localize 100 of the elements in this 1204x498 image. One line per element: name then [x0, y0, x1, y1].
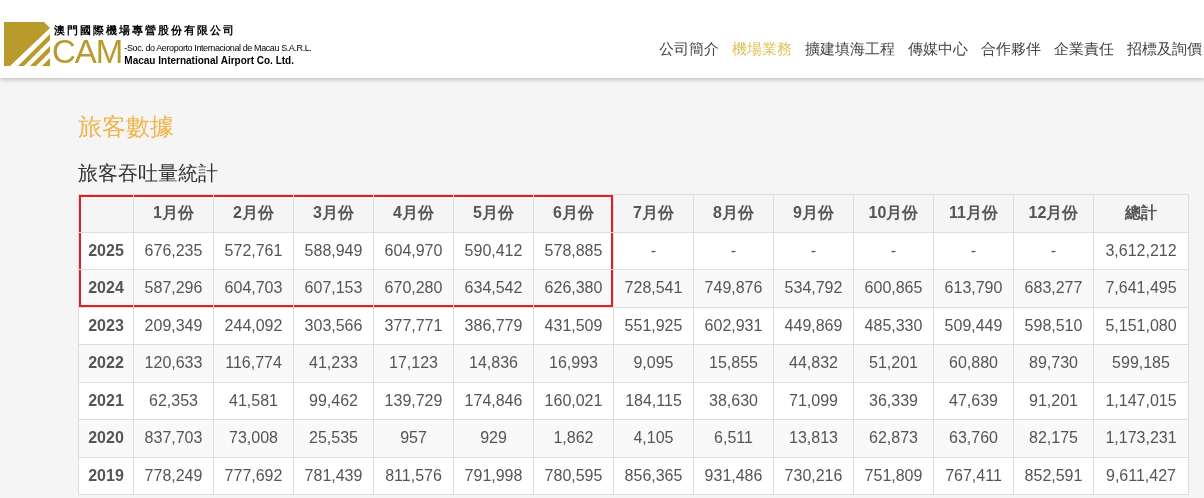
- table-cell: -: [693, 232, 774, 270]
- column-header: 11月份: [933, 194, 1014, 232]
- column-header: 6月份: [533, 194, 614, 232]
- column-header: 5月份: [453, 194, 534, 232]
- table-cell: 578,885: [533, 232, 614, 270]
- table-cell: 139,729: [373, 382, 454, 420]
- table-cell: 41,581: [213, 382, 294, 420]
- table-cell: 38,630: [693, 382, 774, 420]
- table-cell: 551,925: [613, 307, 694, 345]
- table-cell: 303,566: [293, 307, 374, 345]
- year-cell: 2022: [78, 344, 134, 382]
- table-cell: 62,353: [133, 382, 214, 420]
- table-cell: 3,612,212: [1093, 232, 1189, 270]
- table-cell: 852,591: [1013, 457, 1094, 495]
- table-cell: 837,703: [133, 419, 214, 457]
- table-cell: 5,151,080: [1093, 307, 1189, 345]
- nav-link[interactable]: 傳媒中心: [908, 38, 968, 61]
- table-cell: 25,535: [293, 419, 374, 457]
- table-cell: 856,365: [613, 457, 694, 495]
- table-cell: 9,611,427: [1093, 457, 1189, 495]
- table-cell: 534,792: [773, 269, 854, 307]
- table-cell: 116,774: [213, 344, 294, 382]
- nav-link[interactable]: 招標及詢價: [1127, 38, 1202, 61]
- table-cell: -: [773, 232, 854, 270]
- table-cell: 16,993: [533, 344, 614, 382]
- table-cell: 767,411: [933, 457, 1014, 495]
- logo-icon: [4, 20, 50, 66]
- logo-letters: CAM: [52, 37, 123, 67]
- table-cell: 1,862: [533, 419, 614, 457]
- table-cell: -: [613, 232, 694, 270]
- table-cell: 590,412: [453, 232, 534, 270]
- logo-english-name: Macau International Airport Co. Ltd.: [124, 54, 295, 67]
- table-cell: 728,541: [613, 269, 694, 307]
- table-cell: 598,510: [1013, 307, 1094, 345]
- table-cell: 670,280: [373, 269, 454, 307]
- column-header: 10月份: [853, 194, 934, 232]
- table-cell: 62,873: [853, 419, 934, 457]
- table-cell: 730,216: [773, 457, 854, 495]
- table-cell: 751,809: [853, 457, 934, 495]
- table-cell: 244,092: [213, 307, 294, 345]
- year-cell: 2025: [78, 232, 134, 270]
- year-cell: 2024: [78, 269, 134, 307]
- table-cell: 431,509: [533, 307, 614, 345]
- table-cell: 51,201: [853, 344, 934, 382]
- table-cell: 957: [373, 419, 454, 457]
- table-cell: -: [933, 232, 1014, 270]
- column-header: 1月份: [133, 194, 214, 232]
- table-cell: 683,277: [1013, 269, 1094, 307]
- table-cell: 626,380: [533, 269, 614, 307]
- table-cell: 791,998: [453, 457, 534, 495]
- column-header: 12月份: [1013, 194, 1094, 232]
- table-cell: 749,876: [693, 269, 774, 307]
- column-header: 2月份: [213, 194, 294, 232]
- table-cell: 572,761: [213, 232, 294, 270]
- table-cell: 600,865: [853, 269, 934, 307]
- year-cell: 2023: [78, 307, 134, 345]
- table-cell: 613,790: [933, 269, 1014, 307]
- table-cell: 17,123: [373, 344, 454, 382]
- table-cell: 99,462: [293, 382, 374, 420]
- table-cell: 60,880: [933, 344, 1014, 382]
- table-cell: 89,730: [1013, 344, 1094, 382]
- year-cell: 2020: [78, 419, 134, 457]
- table-cell: -: [1013, 232, 1094, 270]
- table-cell: 676,235: [133, 232, 214, 270]
- table-cell: 604,970: [373, 232, 454, 270]
- table-cell: 6,511: [693, 419, 774, 457]
- year-cell: 2021: [78, 382, 134, 420]
- table-cell: 386,779: [453, 307, 534, 345]
- nav-link[interactable]: 企業責任: [1054, 38, 1114, 61]
- nav-link[interactable]: 合作夥伴: [981, 38, 1041, 61]
- page-title: 旅客數據: [78, 112, 175, 142]
- table-cell: 71,099: [773, 382, 854, 420]
- table-cell: -: [853, 232, 934, 270]
- column-header: 4月份: [373, 194, 454, 232]
- logo-chinese-name: 澳門國際機場專營股份有限公司: [54, 24, 237, 37]
- table-cell: 449,869: [773, 307, 854, 345]
- table-cell: 931,486: [693, 457, 774, 495]
- column-header: 7月份: [613, 194, 694, 232]
- table-cell: 604,703: [213, 269, 294, 307]
- table-cell: 209,349: [133, 307, 214, 345]
- table-cell: 811,576: [373, 457, 454, 495]
- nav-link[interactable]: 公司簡介: [659, 38, 719, 61]
- table-cell: 47,639: [933, 382, 1014, 420]
- table-cell: 377,771: [373, 307, 454, 345]
- table-cell: 4,105: [613, 419, 694, 457]
- table-cell: 781,439: [293, 457, 374, 495]
- table-cell: 509,449: [933, 307, 1014, 345]
- column-header: 8月份: [693, 194, 774, 232]
- column-header: 總計: [1093, 194, 1189, 232]
- table-cell: 9,095: [613, 344, 694, 382]
- table-cell: 120,633: [133, 344, 214, 382]
- nav-link[interactable]: 擴建填海工程: [805, 38, 895, 61]
- table-cell: 160,021: [533, 382, 614, 420]
- table-cell: 607,153: [293, 269, 374, 307]
- table-cell: 634,542: [453, 269, 534, 307]
- table-cell: 588,949: [293, 232, 374, 270]
- table-cell: 7,641,495: [1093, 269, 1189, 307]
- table-cell: 929: [453, 419, 534, 457]
- table-cell: 44,832: [773, 344, 854, 382]
- table-cell: 15,855: [693, 344, 774, 382]
